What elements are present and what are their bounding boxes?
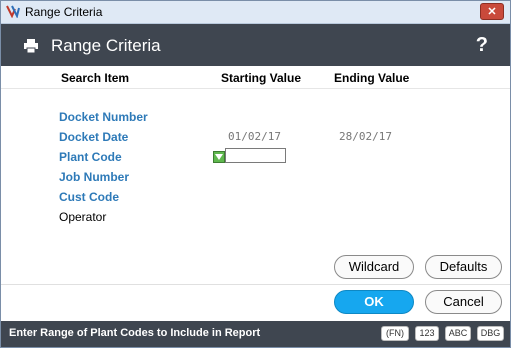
caps-indicator: ABC	[445, 326, 471, 341]
title-bar: Range Criteria ✕	[1, 1, 510, 24]
ok-button[interactable]: OK	[334, 290, 414, 314]
dialog-header: Range Criteria ?	[1, 24, 510, 66]
app-logo-icon	[6, 4, 20, 19]
help-icon[interactable]: ?	[476, 34, 488, 57]
plant-code-start-input[interactable]	[225, 148, 286, 163]
printer-icon	[23, 39, 39, 54]
wildcard-button[interactable]: Wildcard	[334, 255, 414, 279]
cancel-button[interactable]: Cancel	[425, 290, 502, 314]
label-docket-number[interactable]: Docket Number	[59, 110, 148, 124]
num-indicator: 123	[415, 326, 439, 341]
label-job-number[interactable]: Job Number	[59, 170, 129, 184]
button-divider	[1, 284, 510, 285]
column-header-ending-value: Ending Value	[334, 71, 410, 85]
column-header-search-item: Search Item	[61, 71, 130, 85]
status-bar: Enter Range of Plant Codes to Include in…	[1, 321, 510, 347]
header-title: Range Criteria	[51, 36, 161, 55]
docket-date-start-value[interactable]: 01/02/17	[228, 130, 281, 143]
range-criteria-window: Range Criteria ✕ Range Criteria ? Search…	[0, 0, 511, 348]
fn-indicator: (FN)	[381, 326, 409, 341]
defaults-button[interactable]: Defaults	[425, 255, 502, 279]
header-separator	[1, 88, 510, 89]
label-cust-code[interactable]: Cust Code	[59, 190, 119, 204]
label-operator[interactable]: Operator	[59, 210, 106, 224]
close-icon: ✕	[487, 6, 497, 18]
column-header-starting-value: Starting Value	[221, 71, 302, 85]
label-plant-code[interactable]: Plant Code	[59, 150, 122, 164]
close-button[interactable]: ✕	[480, 3, 504, 20]
status-message: Enter Range of Plant Codes to Include in…	[9, 327, 261, 339]
docket-date-end-value[interactable]: 28/02/17	[339, 130, 392, 143]
label-docket-date[interactable]: Docket Date	[59, 130, 128, 144]
window-title: Range Criteria	[25, 5, 103, 19]
debug-indicator: DBG	[477, 326, 504, 341]
green-flag-icon[interactable]	[213, 151, 225, 163]
